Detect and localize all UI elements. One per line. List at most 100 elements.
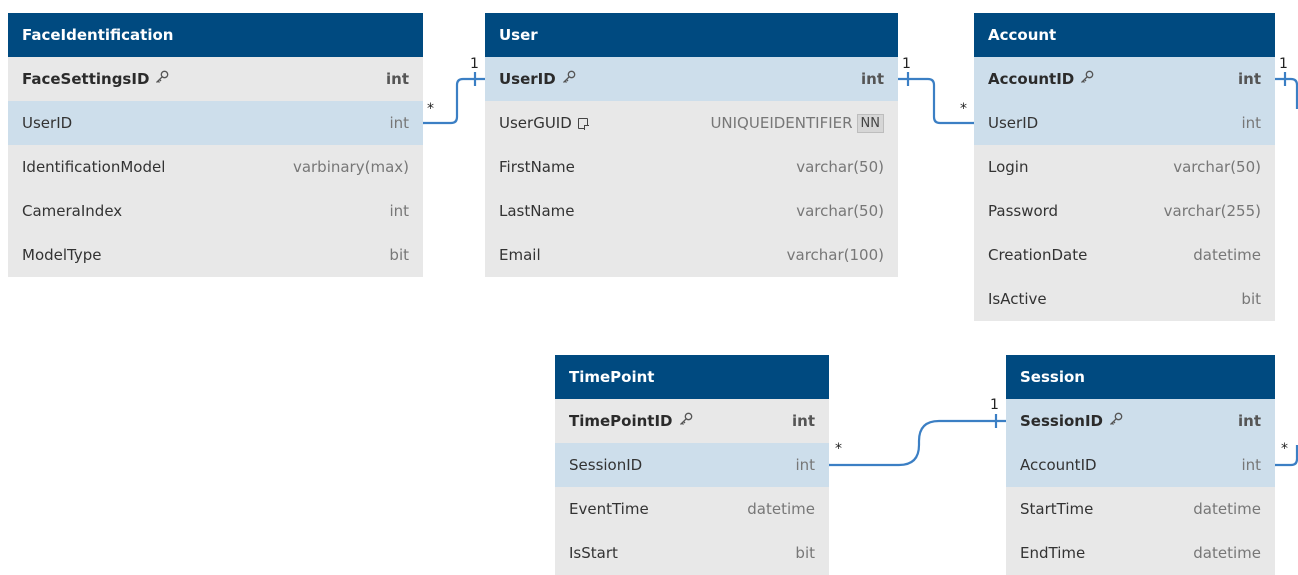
cardinality-label: 1 [1279,56,1288,72]
column-type-group: datetime [1193,544,1261,562]
column-name-group: SessionID [569,456,642,474]
column-name-group: UserID [22,114,72,132]
column-name: AccountID [1020,456,1097,474]
column-row[interactable]: CreationDate datetime [974,233,1275,277]
column-type-group: varchar(50) [796,202,884,220]
column-type-group: int [1238,412,1261,430]
er-diagram-canvas: FaceIdentification FaceSettingsID int UserI… [0,0,1298,575]
column-name: UserID [499,70,556,88]
column-type-group: varchar(50) [796,158,884,176]
column-type: varchar(50) [796,158,884,176]
key-icon [1080,70,1094,88]
column-row[interactable]: UserGUID UNIQUEIDENTIFIER NN [485,101,898,145]
column-type: bit [1241,290,1261,308]
column-name-group: Login [988,158,1028,176]
column-row[interactable]: ModelType bit [8,233,423,277]
column-type-group: int [1241,456,1261,474]
not-null-badge: NN [856,113,884,133]
table-title[interactable]: Session [1006,355,1275,399]
table-timepoint[interactable]: TimePoint TimePointID int SessionID int Event… [555,355,829,575]
column-row[interactable]: CameraIndex int [8,189,423,233]
table-session[interactable]: Session SessionID int AccountID int StartTime… [1006,355,1275,575]
column-row[interactable]: EndTime datetime [1006,531,1275,575]
column-name: CreationDate [988,246,1088,264]
column-type-group: varchar(100) [787,246,884,264]
column-row[interactable]: TimePointID int [555,399,829,443]
column-name: EventTime [569,500,649,518]
column-row[interactable]: FaceSettingsID int [8,57,423,101]
column-name-group: CreationDate [988,246,1087,264]
cardinality-label: 1 [902,56,911,72]
connector-timepoint-session [829,419,1006,467]
column-name-group: FaceSettingsID [22,70,169,88]
cardinality-label: * [835,441,842,457]
column-row[interactable]: EventTime datetime [555,487,829,531]
column-name-group: SessionID [1020,412,1123,430]
column-row[interactable]: Password varchar(255) [974,189,1275,233]
column-name: ModelType [22,246,102,264]
cardinality-label: * [427,101,434,117]
column-type: varchar(100) [786,246,884,264]
column-name: IsStart [569,544,618,562]
note-icon [577,117,589,130]
column-name-group: FirstName [499,158,575,176]
column-name-group: IdentificationModel [22,158,165,176]
table-faceidentification[interactable]: FaceIdentification FaceSettingsID int UserI… [8,13,423,277]
column-type-group: int [389,202,409,220]
column-name-group: StartTime [1020,500,1093,518]
column-row[interactable]: StartTime datetime [1006,487,1275,531]
table-title[interactable]: TimePoint [555,355,829,399]
column-name-group: Email [499,246,541,264]
column-row[interactable]: Email varchar(100) [485,233,898,277]
column-name-group: IsActive [988,290,1047,308]
column-type-group: int [792,412,815,430]
column-row[interactable]: LastName varchar(50) [485,189,898,233]
column-type-group: varbinary(max) [293,158,409,176]
column-name-group: TimePointID [569,412,693,430]
column-row[interactable]: IsStart bit [555,531,829,575]
column-row[interactable]: UserID int [8,101,423,145]
cardinality-label: * [1281,441,1288,457]
key-icon [562,70,576,88]
column-type: varchar(255) [1163,202,1261,220]
table-title[interactable]: Account [974,13,1275,57]
column-name-group: UserID [499,70,576,88]
column-row[interactable]: AccountID int [1006,443,1275,487]
column-name-group: UserID [988,114,1038,132]
column-type: int [386,70,409,88]
table-account[interactable]: Account AccountID int UserID int Login varchar… [974,13,1275,321]
column-type: int [389,114,409,132]
column-row[interactable]: FirstName varchar(50) [485,145,898,189]
column-row[interactable]: UserID int [485,57,898,101]
column-type-group: int [1241,114,1261,132]
table-user[interactable]: User UserID int UserGUID UNIQUEIDENTIFIER NN F… [485,13,898,277]
column-name: EndTime [1020,544,1086,562]
table-title[interactable]: User [485,13,898,57]
key-icon [679,412,693,430]
column-name-group: IsStart [569,544,618,562]
key-icon [155,70,169,88]
column-type: int [1238,412,1261,430]
column-name-group: Password [988,202,1058,220]
column-name-group: EndTime [1020,544,1085,562]
column-row[interactable]: IdentificationModel varbinary(max) [8,145,423,189]
column-name-group: CameraIndex [22,202,122,220]
column-type: int [389,202,409,220]
column-type-group: int [861,70,884,88]
cardinality-label: 1 [990,397,999,413]
column-row[interactable]: AccountID int [974,57,1275,101]
column-name-group: UserGUID [499,114,589,132]
column-type: int [792,412,815,430]
column-row[interactable]: SessionID int [1006,399,1275,443]
column-row[interactable]: UserID int [974,101,1275,145]
column-type: bit [795,544,815,562]
column-type: varchar(50) [1173,158,1261,176]
column-row[interactable]: Login varchar(50) [974,145,1275,189]
column-type-group: bit [795,544,815,562]
column-name-group: EventTime [569,500,649,518]
column-row[interactable]: IsActive bit [974,277,1275,321]
table-title[interactable]: FaceIdentification [8,13,423,57]
column-type-group: datetime [747,500,815,518]
column-name: Password [988,202,1059,220]
column-row[interactable]: SessionID int [555,443,829,487]
